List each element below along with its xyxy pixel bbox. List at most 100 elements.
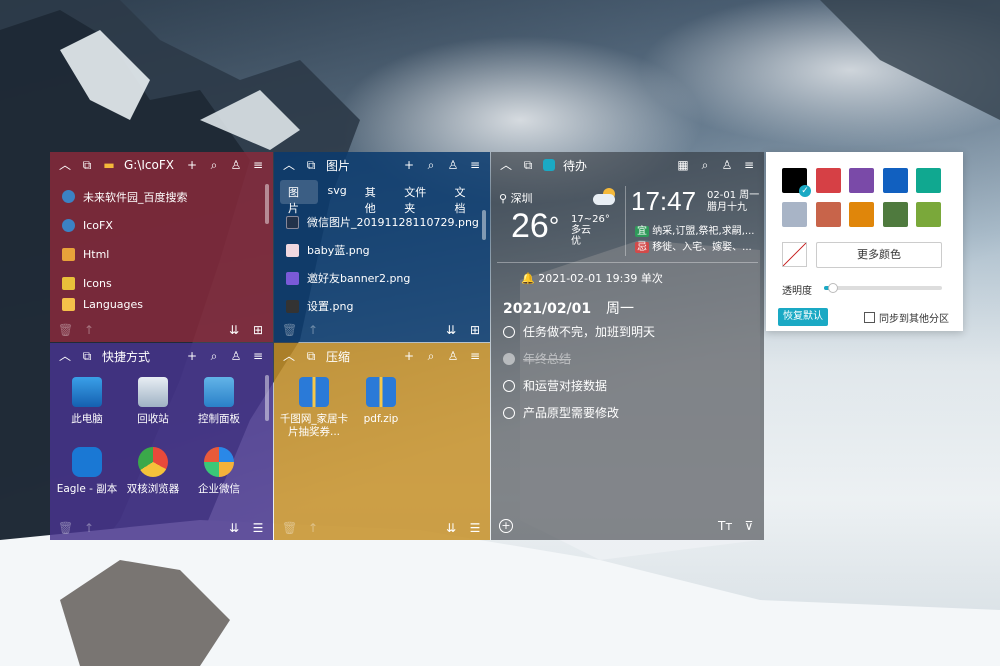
task-item[interactable]: 和运营对接数据 xyxy=(491,372,764,399)
filter-icon[interactable]: ⊽ xyxy=(742,519,756,533)
add-icon[interactable]: + xyxy=(185,349,199,363)
sort-icon[interactable]: ⇊ xyxy=(444,323,458,337)
check-circle-icon[interactable] xyxy=(503,352,515,365)
grid-item[interactable]: 控制面板 xyxy=(186,377,252,447)
grid-item[interactable]: 双核浏览器 xyxy=(120,447,186,517)
menu-icon[interactable]: ≡ xyxy=(468,349,482,363)
swatch-black[interactable]: ✓ xyxy=(782,168,811,197)
up-arrow-icon[interactable]: ↑ xyxy=(82,521,96,535)
list-item[interactable]: baby蓝.png xyxy=(274,236,490,264)
menu-icon[interactable]: ≡ xyxy=(742,158,756,172)
menu-icon[interactable]: ≡ xyxy=(251,158,265,172)
swatch-red[interactable] xyxy=(816,168,841,193)
list-item[interactable]: Languages xyxy=(50,298,273,312)
collapse-icon[interactable]: ︿ xyxy=(58,349,72,363)
grid-item[interactable]: 企业微信 xyxy=(186,447,252,517)
sort-icon[interactable]: ⇊ xyxy=(227,521,241,535)
task-item[interactable]: 产品原型需要修改 xyxy=(491,399,764,426)
opacity-slider-knob[interactable] xyxy=(828,283,839,293)
shirt-icon[interactable]: ♙ xyxy=(720,158,734,172)
collapse-icon[interactable]: ︿ xyxy=(282,158,296,172)
grid-view-icon[interactable]: ⊞ xyxy=(468,323,482,337)
sort-icon[interactable]: ⇊ xyxy=(227,323,241,337)
tab-document[interactable]: 文档 xyxy=(446,180,484,215)
grid-item[interactable]: 回收站 xyxy=(120,377,186,447)
no-color-swatch[interactable] xyxy=(782,242,807,267)
shirt-icon[interactable]: ♙ xyxy=(229,349,243,363)
weather-widget[interactable]: ⚲ 深圳 26° 17~26° 多云 优 xyxy=(497,184,623,260)
search-icon[interactable]: ⌕ xyxy=(207,349,221,363)
scrollbar[interactable] xyxy=(265,375,269,421)
scrollbar[interactable] xyxy=(482,210,486,240)
list-item[interactable]: 未来软件园_百度搜索 xyxy=(50,182,273,211)
window-icon[interactable]: ⧉ xyxy=(521,158,535,172)
checkbox-icon[interactable] xyxy=(503,406,515,419)
shirt-icon[interactable]: ♙ xyxy=(229,158,243,172)
list-item[interactable]: Icons xyxy=(50,269,273,298)
tab-svg[interactable]: svg xyxy=(320,180,355,204)
trash-icon[interactable]: 🗑 xyxy=(58,323,73,337)
list-item[interactable]: 邀好友banner2.png xyxy=(274,264,490,292)
swatch-brick[interactable] xyxy=(816,202,841,227)
tab-folder[interactable]: 文件夹 xyxy=(396,180,444,215)
list-view-icon[interactable]: ☰ xyxy=(468,521,482,535)
swatch-blue[interactable] xyxy=(883,168,908,193)
collapse-icon[interactable]: ︿ xyxy=(282,349,296,363)
calendar-icon[interactable]: ▦ xyxy=(676,158,690,172)
sort-icon[interactable]: ⇊ xyxy=(444,521,458,535)
grid-view-icon[interactable]: ⊞ xyxy=(251,323,265,337)
checkbox-icon[interactable] xyxy=(503,325,515,338)
menu-icon[interactable]: ≡ xyxy=(468,158,482,172)
trash-icon[interactable]: 🗑 xyxy=(58,521,73,535)
swatch-gray-blue[interactable] xyxy=(782,202,807,227)
window-icon[interactable]: ⧉ xyxy=(80,158,94,172)
grid-item[interactable]: pdf.zip xyxy=(350,377,412,447)
swatch-teal[interactable] xyxy=(916,168,941,193)
list-item[interactable]: 微信图片_20191128110729.png xyxy=(274,208,490,236)
checkbox-icon[interactable] xyxy=(503,379,515,392)
grid-item[interactable]: 千图网_家居卡片抽奖券... xyxy=(278,377,350,447)
reminder[interactable]: 🔔 2021-02-01 19:39 单次 xyxy=(521,270,663,286)
restore-default-button[interactable]: 恢复默认 xyxy=(778,308,828,326)
swatch-green[interactable] xyxy=(883,202,908,227)
list-item[interactable]: Html xyxy=(50,240,273,269)
add-icon[interactable]: + xyxy=(402,349,416,363)
menu-icon[interactable]: ≡ xyxy=(251,349,265,363)
task-item[interactable]: 年终总结 xyxy=(491,345,764,372)
add-icon[interactable]: + xyxy=(402,158,416,172)
search-icon[interactable]: ⌕ xyxy=(424,349,438,363)
sync-checkbox[interactable] xyxy=(864,312,875,323)
trash-icon[interactable]: 🗑 xyxy=(282,323,297,337)
scrollbar[interactable] xyxy=(265,184,269,224)
up-arrow-icon[interactable]: ↑ xyxy=(306,521,320,535)
more-colors-button[interactable]: 更多颜色 xyxy=(816,242,942,268)
list-item[interactable]: IcoFX xyxy=(50,211,273,240)
up-arrow-icon[interactable]: ↑ xyxy=(306,323,320,337)
swatch-lime[interactable] xyxy=(916,202,941,227)
collapse-icon[interactable]: ︿ xyxy=(58,158,72,172)
list-view-icon[interactable]: ☰ xyxy=(251,521,265,535)
swatch-purple[interactable] xyxy=(849,168,874,193)
add-task-icon[interactable]: + xyxy=(499,519,513,533)
task-item[interactable]: 任务做不完，加班到明天 xyxy=(491,318,764,345)
clock-widget[interactable]: 17:47 02-01 周一 腊月十九 宜 纳采,订盟,祭祀,求嗣,... 忌 … xyxy=(631,184,761,260)
shirt-icon[interactable]: ♙ xyxy=(446,349,460,363)
up-arrow-icon[interactable]: ↑ xyxy=(82,323,96,337)
add-icon[interactable]: + xyxy=(185,158,199,172)
shirt-icon[interactable]: ♙ xyxy=(446,158,460,172)
tab-pictures[interactable]: 图片 xyxy=(280,180,318,215)
collapse-icon[interactable]: ︿ xyxy=(499,158,513,172)
tab-other[interactable]: 其他 xyxy=(357,180,395,215)
search-icon[interactable]: ⌕ xyxy=(698,158,712,172)
grid-item[interactable]: 此电脑 xyxy=(54,377,120,447)
trash-icon[interactable]: 🗑 xyxy=(282,521,297,535)
search-icon[interactable]: ⌕ xyxy=(207,158,221,172)
window-icon[interactable]: ⧉ xyxy=(304,158,318,172)
grid-item[interactable]: Eagle - 副本 xyxy=(54,447,120,517)
window-icon[interactable]: ⧉ xyxy=(80,349,94,363)
search-icon[interactable]: ⌕ xyxy=(424,158,438,172)
opacity-slider[interactable] xyxy=(824,283,942,293)
list-item[interactable]: 设置.png xyxy=(274,292,490,320)
swatch-orange[interactable] xyxy=(849,202,874,227)
text-size-icon[interactable]: Tт xyxy=(718,519,732,533)
